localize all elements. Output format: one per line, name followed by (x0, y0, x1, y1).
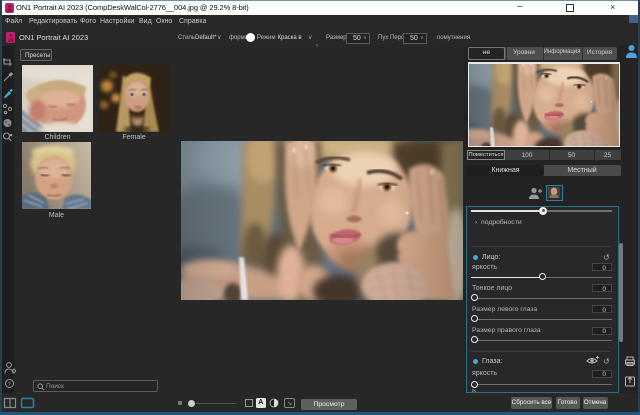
svg-text:?: ? (8, 382, 11, 388)
